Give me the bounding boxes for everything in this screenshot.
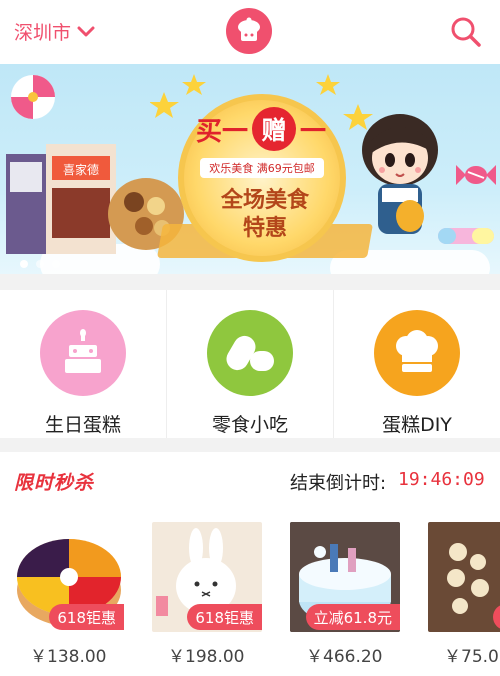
flash-sale-item[interactable]: 618钜惠 ￥198.00 xyxy=(152,522,278,667)
product-price: ￥198.00 xyxy=(168,647,245,667)
product-price: ￥466.20 xyxy=(306,647,383,667)
category-cake-diy[interactable]: 蛋糕DIY xyxy=(333,290,500,438)
promo-line-2: 特惠 xyxy=(242,216,287,241)
chevron-down-icon xyxy=(77,26,95,36)
search-icon[interactable] xyxy=(450,16,482,48)
product-image: 立减61.8元 xyxy=(290,522,400,632)
wrapped-candy-icon xyxy=(456,165,496,185)
city-selector[interactable]: 深圳市 xyxy=(14,18,95,45)
category-label: 零食小吃 xyxy=(211,414,288,436)
carousel-dot[interactable] xyxy=(20,260,28,268)
cake-logo-icon xyxy=(238,17,260,41)
countdown-timer: 19:46:09 xyxy=(398,469,485,490)
flash-sale-list: 618钜惠 ￥138.00 618钜惠 ￥198.00 立减61.8元 ￥466… xyxy=(14,522,500,667)
carousel-dot[interactable] xyxy=(52,260,60,268)
chef-hat-icon xyxy=(374,310,460,396)
flash-sale-item[interactable]: 立减61.8元 ￥466.20 xyxy=(290,522,416,667)
countdown-label: 结束倒计时: xyxy=(290,473,387,494)
category-snacks[interactable]: 零食小吃 xyxy=(166,290,333,438)
city-label: 深圳市 xyxy=(14,22,72,44)
lollipop-icon xyxy=(11,75,55,119)
flash-sale-section: 限时秒杀 结束倒计时: 19:46:09 618钜惠 ￥138.00 618钜惠… xyxy=(0,452,500,676)
flash-sale-item[interactable]: 618 ￥75.0 xyxy=(428,522,500,667)
app-logo[interactable] xyxy=(226,8,272,54)
product-badge: 618钜惠 xyxy=(49,604,124,630)
product-badge: 618钜惠 xyxy=(187,604,262,630)
carousel-dots[interactable] xyxy=(20,260,60,268)
promo-banner[interactable]: 喜家德 买一 赠 一 欢乐美食 满69元包邮 全场美食 特惠 xyxy=(0,64,500,274)
category-label: 蛋糕DIY xyxy=(382,414,452,436)
headline-one: 一 xyxy=(299,116,326,147)
product-price: ￥75.0 xyxy=(444,647,499,667)
headline-buy: 买一 xyxy=(196,116,249,147)
product-image: 618钜惠 xyxy=(14,522,124,632)
carousel-dot[interactable] xyxy=(36,260,44,268)
product-image: 618 xyxy=(428,522,500,632)
product-tag-text: 喜家德 xyxy=(63,162,99,177)
category-nav: 生日蛋糕 零食小吃 蛋糕DIY xyxy=(0,290,500,438)
top-bar: 深圳市 xyxy=(0,0,500,64)
birthday-cake-icon xyxy=(40,310,126,396)
flash-sale-item[interactable]: 618钜惠 ￥138.00 xyxy=(14,522,140,667)
snack-icon xyxy=(207,310,293,396)
product-image: 618钜惠 xyxy=(152,522,262,632)
candy-icon xyxy=(438,228,494,244)
product-price: ￥138.00 xyxy=(30,647,107,667)
home-page: 深圳市 喜家德 买一 赠 一 欢乐美食 满69元包邮 全场美食 特惠 生日蛋糕 … xyxy=(0,0,500,676)
flash-sale-title: 限时秒杀 xyxy=(14,472,95,494)
buy-one-get-one-headline: 买一 赠 一 xyxy=(196,107,326,151)
category-birthday-cake[interactable]: 生日蛋糕 xyxy=(0,290,166,438)
promo-text: 欢乐美食 满69元包邮 xyxy=(200,158,324,178)
category-label: 生日蛋糕 xyxy=(44,414,121,436)
headline-gift: 赠 xyxy=(252,107,296,151)
product-badge: 立减61.8元 xyxy=(305,604,400,630)
